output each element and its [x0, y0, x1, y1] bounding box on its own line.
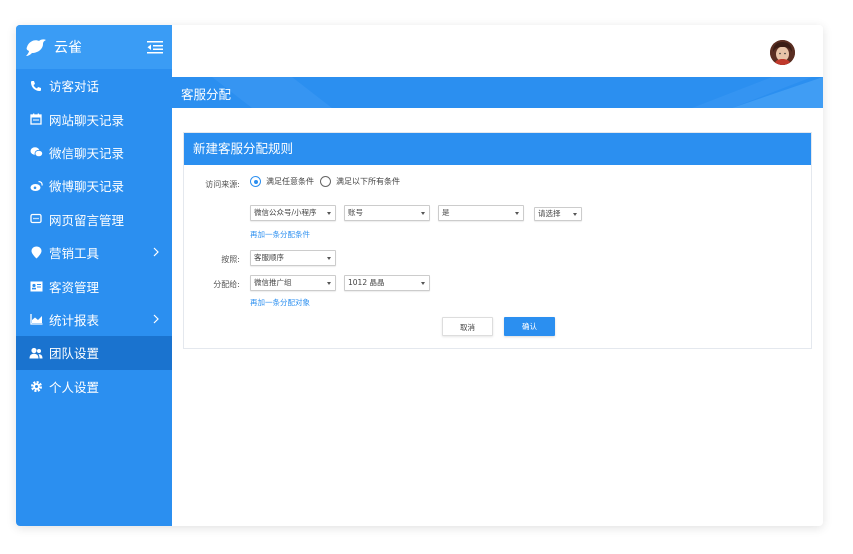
chevron-right-icon — [153, 314, 159, 324]
sidebar-item-label: 访客对话 — [49, 79, 100, 95]
sidebar: 云雀 访客对话 网站聊天记录 微信聊天记录 微博聊天记录 网页留言管理 营销工具… — [16, 25, 172, 526]
sidebar-item-label: 网页留言管理 — [49, 212, 125, 228]
source-label: 访问来源: — [205, 180, 240, 189]
sidebar-item-label: 统计报表 — [49, 312, 100, 328]
add-target-link[interactable]: 再加一条分配对象 — [250, 297, 310, 308]
sidebar-item-visitor-chat[interactable]: 访客对话 — [16, 69, 172, 102]
caret-down-icon — [327, 212, 331, 215]
agent-select[interactable]: 1012 晶晶 — [344, 275, 430, 291]
sidebar-item-label: 微博聊天记录 — [49, 179, 125, 195]
rule-form-card: 新建客服分配规则 访问来源: 满足任意条件 满足以下所有条件 微信公众号/小程序… — [183, 132, 812, 349]
chart-icon — [29, 312, 43, 326]
sidebar-item-personal-settings[interactable]: 个人设置 — [16, 370, 172, 403]
sidebar-nav: 访客对话 网站聊天记录 微信聊天记录 微博聊天记录 网页留言管理 营销工具 客资… — [16, 69, 172, 403]
message-icon — [29, 212, 43, 226]
sidebar-item-label: 客资管理 — [49, 279, 100, 295]
sidebar-item-customer-data[interactable]: 客资管理 — [16, 269, 172, 302]
top-bar — [172, 25, 823, 77]
gear-icon — [29, 379, 43, 393]
order-select[interactable]: 客服顺序 — [250, 250, 336, 266]
radio-match-all[interactable]: 满足以下所有条件 — [320, 176, 400, 187]
sidebar-item-site-chat-log[interactable]: 网站聊天记录 — [16, 102, 172, 135]
weibo-icon — [29, 179, 43, 193]
radio-match-any[interactable]: 满足任意条件 — [250, 176, 314, 187]
form-title: 新建客服分配规则 — [184, 133, 811, 165]
chevron-right-icon — [153, 247, 159, 257]
sidebar-item-label: 团队设置 — [49, 346, 100, 362]
sidebar-item-label: 网站聊天记录 — [49, 112, 125, 128]
calendar-icon — [29, 112, 43, 126]
caret-down-icon — [515, 212, 519, 215]
wechat-icon — [29, 145, 43, 159]
sidebar-item-label: 个人设置 — [49, 379, 100, 395]
caret-down-icon — [573, 213, 577, 216]
sidebar-item-web-message[interactable]: 网页留言管理 — [16, 203, 172, 236]
sidebar-item-statistics[interactable]: 统计报表 — [16, 303, 172, 336]
caret-down-icon — [421, 212, 425, 215]
group-select[interactable]: 微信推广组 — [250, 275, 336, 291]
operator-select[interactable]: 是 — [438, 205, 524, 221]
page-title: 客服分配 — [181, 87, 232, 102]
radio-checked-icon — [250, 176, 261, 187]
add-condition-link[interactable]: 再加一条分配条件 — [250, 229, 310, 240]
sidebar-item-label: 微信聊天记录 — [49, 145, 125, 161]
operator-value: 是 — [442, 208, 450, 217]
sidebar-item-wechat-chat-log[interactable]: 微信聊天记录 — [16, 136, 172, 169]
caret-down-icon — [327, 282, 331, 285]
field-select[interactable]: 账号 — [344, 205, 430, 221]
sidebar-item-marketing-tools[interactable]: 营销工具 — [16, 236, 172, 269]
location-pin-icon — [29, 246, 43, 260]
by-label: 按照: — [221, 255, 240, 264]
bird-logo-icon — [26, 39, 46, 56]
page-title-bar: 客服分配 — [172, 77, 823, 108]
radio-all-label: 满足以下所有条件 — [336, 177, 400, 186]
brand: 云雀 — [16, 25, 172, 69]
agent-value: 1012 晶晶 — [348, 278, 385, 287]
radio-any-label: 满足任意条件 — [266, 177, 314, 186]
assign-label: 分配给: — [213, 280, 240, 289]
caret-down-icon — [421, 282, 425, 285]
app-name: 云雀 — [54, 40, 82, 56]
caret-down-icon — [327, 257, 331, 260]
channel-value: 微信公众号/小程序 — [254, 208, 317, 217]
field-value: 账号 — [348, 208, 363, 217]
group-value: 微信推广组 — [254, 278, 292, 287]
sidebar-item-weibo-chat-log[interactable]: 微博聊天记录 — [16, 169, 172, 202]
radio-unchecked-icon — [320, 176, 331, 187]
team-icon — [29, 346, 43, 360]
app-window: 云雀 访客对话 网站聊天记录 微信聊天记录 微博聊天记录 网页留言管理 营销工具… — [16, 25, 823, 526]
title-bar-decoration — [212, 77, 823, 108]
order-value: 客服顺序 — [254, 253, 284, 262]
cancel-button[interactable]: 取消 — [442, 317, 493, 336]
confirm-button[interactable]: 确认 — [504, 317, 555, 336]
sidebar-item-label: 营销工具 — [49, 246, 100, 262]
menu-collapse-icon[interactable] — [147, 40, 163, 54]
avatar[interactable] — [770, 40, 795, 65]
channel-select[interactable]: 微信公众号/小程序 — [250, 205, 336, 221]
value-placeholder: 请选择 — [538, 209, 561, 218]
sidebar-item-team-settings[interactable]: 团队设置 — [16, 336, 172, 370]
contact-card-icon — [29, 279, 43, 293]
value-select[interactable]: 请选择 — [534, 207, 582, 221]
phone-chat-icon — [29, 79, 43, 93]
